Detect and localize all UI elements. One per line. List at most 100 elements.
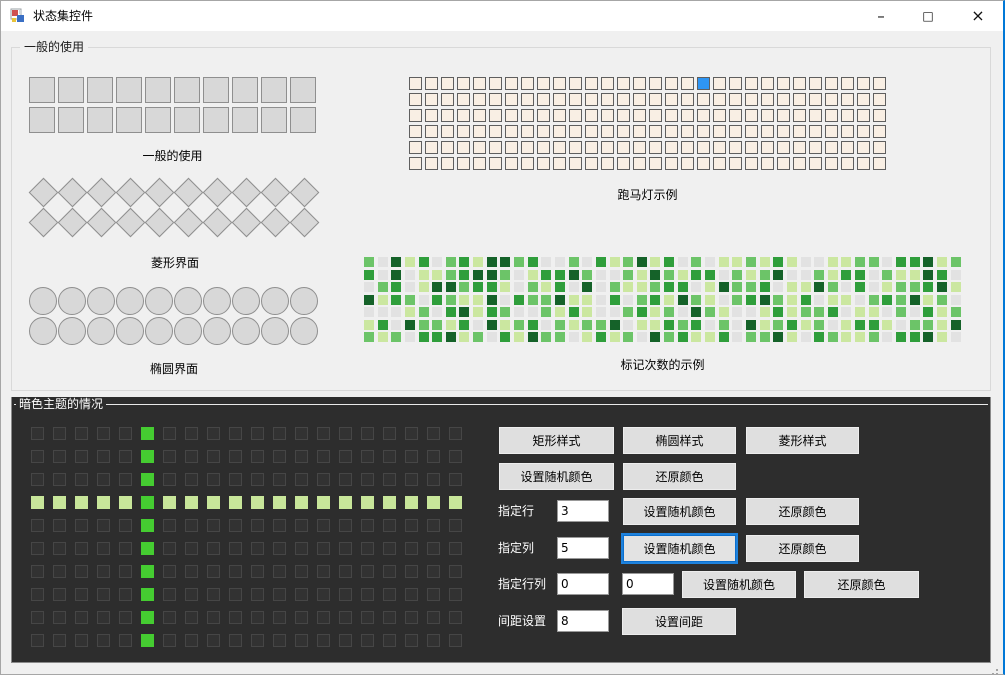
status-cell: [595, 319, 606, 330]
rowcol-random-color-button[interactable]: 设置随机颜色: [682, 571, 796, 598]
status-cell: [141, 542, 154, 555]
status-cell: [868, 332, 879, 342]
status-cell: [409, 157, 422, 170]
status-cell: [185, 496, 198, 509]
status-cell: [814, 269, 825, 280]
diamond-style-button[interactable]: 菱形样式: [746, 427, 859, 454]
status-cell: [633, 77, 646, 90]
status-cell: [486, 282, 497, 292]
status-cell: [425, 125, 438, 138]
resize-grip[interactable]: [996, 669, 998, 671]
col-restore-color-button[interactable]: 还原颜色: [746, 535, 859, 562]
rowcol-restore-color-button[interactable]: 还原颜色: [804, 571, 919, 598]
status-cell: [449, 427, 462, 440]
status-cell: [364, 294, 374, 305]
status-cell: [163, 473, 176, 486]
status-cell: [405, 588, 418, 601]
status-cell: [445, 319, 456, 330]
set-spacing-button[interactable]: 设置间距: [622, 608, 736, 635]
status-cell: [449, 611, 462, 624]
status-cell: [31, 588, 44, 601]
status-cell: [793, 125, 806, 138]
status-cell: [53, 611, 66, 624]
specify-row-input[interactable]: [557, 500, 609, 522]
status-cell: [163, 565, 176, 578]
status-cell: [391, 282, 402, 292]
rowcol-row-input[interactable]: [557, 573, 609, 595]
specify-col-input[interactable]: [557, 537, 609, 559]
status-cell: [432, 282, 443, 292]
set-random-color-button[interactable]: 设置随机颜色: [499, 463, 614, 490]
rowcol-col-input[interactable]: [622, 573, 674, 595]
rect-style-button[interactable]: 矩形样式: [499, 427, 614, 454]
status-cell: [636, 319, 647, 330]
status-cell: [500, 282, 511, 292]
status-cell: [623, 332, 634, 342]
status-cell: [75, 611, 88, 624]
status-cell: [163, 611, 176, 624]
status-cell: [144, 207, 175, 238]
status-cell: [923, 269, 934, 280]
status-cell: [383, 450, 396, 463]
minimize-button[interactable]: –: [858, 1, 904, 31]
status-cell: [855, 269, 866, 280]
status-cell: [232, 107, 258, 133]
status-cell: [601, 77, 614, 90]
status-cell: [163, 588, 176, 601]
status-cell: [950, 269, 961, 280]
status-cell: [383, 611, 396, 624]
status-cell: [232, 77, 258, 103]
status-cell: [409, 125, 422, 138]
spacing-input[interactable]: [557, 610, 609, 632]
status-cell: [391, 319, 402, 330]
status-cell: [582, 294, 593, 305]
status-cell: [473, 257, 484, 267]
status-cell: [636, 307, 647, 317]
status-cell: [231, 177, 262, 208]
status-cell: [290, 77, 316, 103]
row-restore-color-button[interactable]: 还原颜色: [746, 498, 859, 525]
status-cell: [58, 287, 86, 315]
status-cell: [554, 282, 565, 292]
status-cell: [185, 565, 198, 578]
status-cell: [650, 269, 661, 280]
status-cell: [207, 542, 220, 555]
status-cell: [295, 519, 308, 532]
status-cell: [339, 611, 352, 624]
row-random-color-button[interactable]: 设置随机颜色: [623, 498, 736, 525]
status-cell: [141, 496, 154, 509]
status-cell: [814, 294, 825, 305]
ellipse-style-button[interactable]: 椭圆样式: [623, 427, 736, 454]
maximize-button[interactable]: □: [905, 1, 951, 31]
status-cell: [383, 634, 396, 647]
status-cell: [609, 307, 620, 317]
status-cell: [119, 496, 132, 509]
status-cell: [404, 269, 415, 280]
status-cell: [418, 307, 429, 317]
status-cell: [841, 109, 854, 122]
status-cell: [119, 450, 132, 463]
status-cell: [650, 332, 661, 342]
status-cell: [923, 282, 934, 292]
status-cell: [636, 257, 647, 267]
status-cell: [486, 307, 497, 317]
status-cell: [86, 177, 117, 208]
status-cell: [251, 542, 264, 555]
status-cell: [53, 565, 66, 578]
status-cell: [595, 269, 606, 280]
status-cell: [636, 332, 647, 342]
marquee-active-cell: [697, 77, 710, 90]
restore-color-button[interactable]: 还原颜色: [623, 463, 736, 490]
status-cell: [541, 307, 552, 317]
mark-count-caption: 标记次数的示例: [620, 358, 705, 372]
status-cell: [405, 427, 418, 440]
status-cell: [261, 77, 287, 103]
status-cell: [617, 141, 630, 154]
status-cell: [950, 319, 961, 330]
status-cell: [163, 450, 176, 463]
close-button[interactable]: ×: [951, 1, 1003, 31]
status-cell: [909, 282, 920, 292]
status-cell: [705, 269, 716, 280]
col-random-color-button[interactable]: 设置随机颜色: [621, 533, 738, 564]
status-cell: [568, 257, 579, 267]
